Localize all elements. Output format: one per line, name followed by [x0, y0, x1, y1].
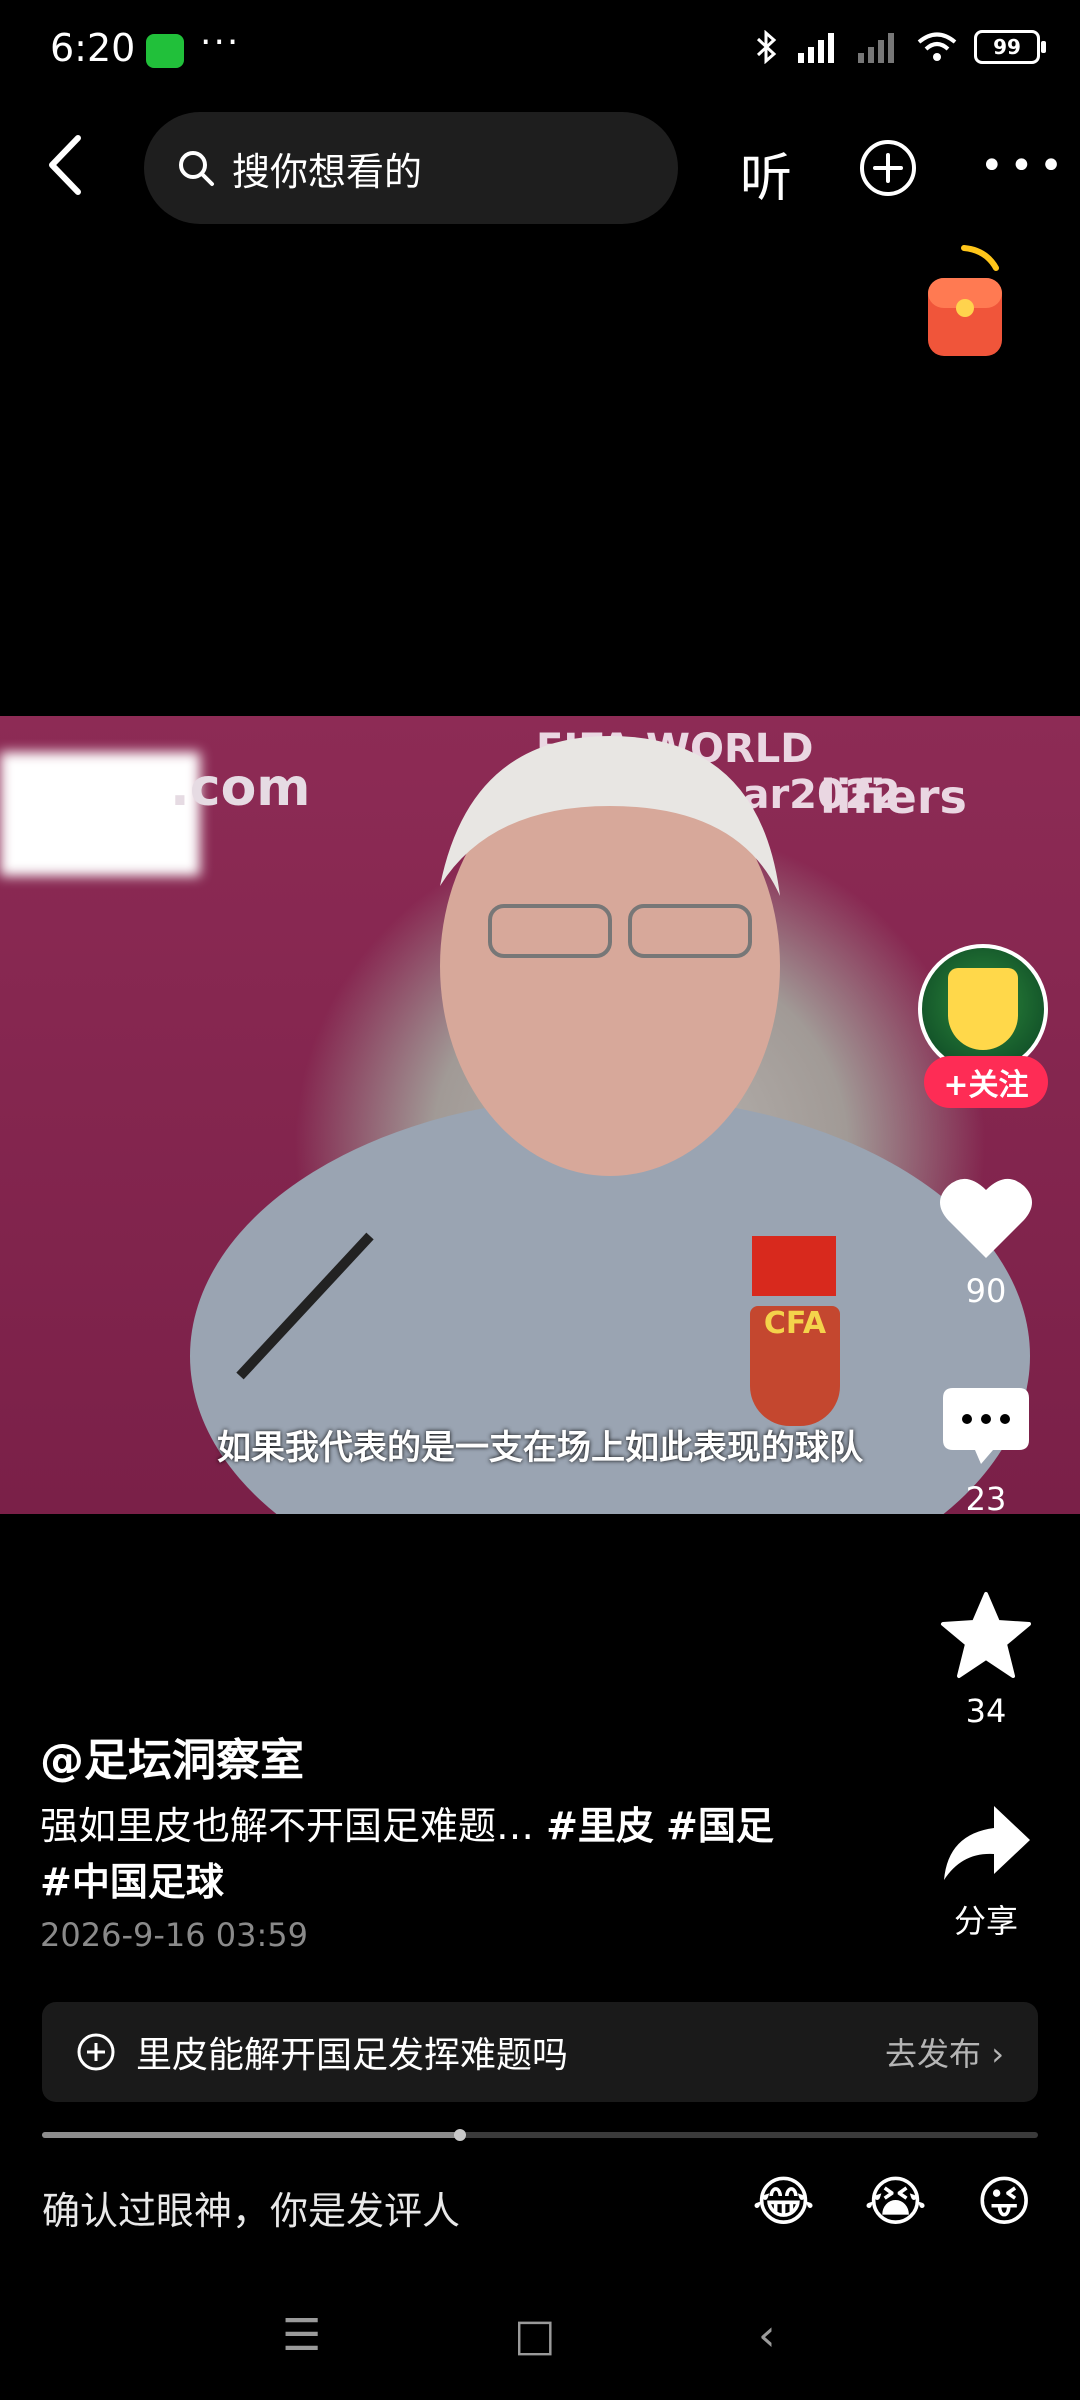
crying-emoji-icon[interactable]: 😭: [864, 2170, 927, 2233]
post-description: 强如里皮也解不开国足难题… #里皮 #国足 #中国足球: [40, 1798, 860, 1910]
status-time: 6:20: [50, 26, 136, 70]
status-icons: 99: [754, 30, 1046, 64]
avatar-logo: [948, 968, 1018, 1050]
search-input[interactable]: 搜你想看的: [144, 112, 678, 224]
post-date: 2026-9-16 03:59: [40, 1916, 308, 1954]
hashtag[interactable]: #国足: [666, 1804, 774, 1848]
comment-icon: [943, 1388, 1029, 1464]
bluetooth-icon: [756, 30, 777, 64]
topic-bar[interactable]: 里皮能解开国足发挥难题吗 去发布 ›: [42, 2002, 1038, 2102]
star-icon: [941, 1592, 1031, 1678]
heart-icon: [940, 1178, 1032, 1258]
like-count: 90: [965, 1272, 1007, 1310]
wechat-notification-icon: [146, 34, 184, 68]
publish-link[interactable]: 去发布 ›: [885, 2029, 1004, 2075]
chevron-right-icon: ›: [991, 2035, 1004, 2073]
system-back-icon[interactable]: ‹: [758, 2310, 776, 2361]
like-button[interactable]: 90: [931, 1172, 1041, 1310]
signal-icon: [798, 33, 834, 63]
progress-fill: [42, 2132, 461, 2138]
laughing-emoji-icon[interactable]: 😂: [752, 2170, 815, 2233]
hashtag[interactable]: #中国足球: [40, 1860, 224, 1904]
publish-label: 去发布: [885, 2035, 982, 2073]
favorite-count: 34: [965, 1692, 1007, 1730]
post-text: 强如里皮也解不开国足难题…: [40, 1804, 547, 1848]
hashtag[interactable]: #里皮: [546, 1804, 654, 1848]
signal-2-icon: [858, 33, 894, 63]
china-flag-badge: [752, 1236, 836, 1296]
favorite-button[interactable]: 34: [931, 1590, 1041, 1730]
search-placeholder: 搜你想看的: [232, 149, 423, 194]
red-packet-icon[interactable]: [924, 240, 1014, 360]
comment-input[interactable]: 确认过眼神，你是发评人: [42, 2180, 460, 2235]
video-player[interactable]: .com FIFA WORLD CUP·Qat_ar2022 lifiers C…: [0, 716, 1080, 1514]
share-label: 分享: [953, 1902, 1018, 1940]
listen-button[interactable]: 听: [740, 136, 792, 211]
battery-icon: 99: [974, 30, 1046, 64]
search-icon: [179, 151, 214, 186]
share-arrow-icon: [944, 1806, 1030, 1880]
progress-handle[interactable]: [454, 2129, 467, 2141]
wifi-icon: [917, 32, 957, 61]
back-icon[interactable]: [40, 130, 100, 200]
topic-text: 里皮能解开国足发挥难题吗: [136, 2035, 569, 2076]
follow-button[interactable]: +关注: [924, 1056, 1048, 1108]
share-button[interactable]: 分享: [931, 1800, 1041, 1942]
more-icon[interactable]: •••: [980, 146, 1069, 186]
more-notifications-icon: ···: [200, 22, 241, 63]
cfa-badge: CFA: [750, 1306, 840, 1426]
author-name[interactable]: @足坛洞察室: [40, 1724, 304, 1788]
add-icon[interactable]: [858, 138, 918, 198]
plus-circle-icon: [77, 2033, 115, 2071]
winking-emoji-icon[interactable]: 😜: [976, 2170, 1032, 2233]
video-subtitle: 如果我代表的是一支在场上如此表现的球队: [217, 1428, 863, 1468]
menu-icon[interactable]: ☰: [282, 2310, 321, 2361]
comment-button[interactable]: 23: [931, 1384, 1041, 1518]
comment-count: 23: [965, 1480, 1007, 1518]
author-avatar[interactable]: [918, 944, 1048, 1074]
home-icon[interactable]: □: [514, 2310, 556, 2361]
